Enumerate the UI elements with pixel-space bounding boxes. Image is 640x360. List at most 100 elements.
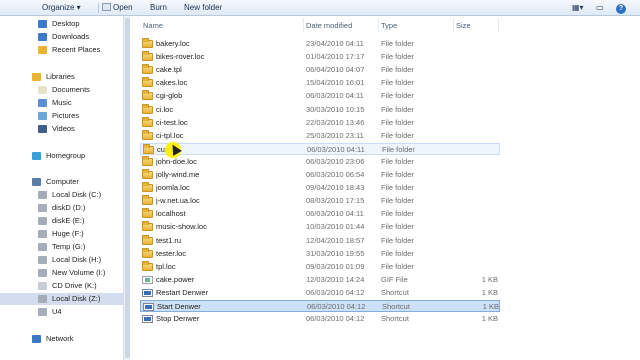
file-row[interactable]: jolly-wind.me 06/03/2010 06:54 File folder — [140, 169, 500, 181]
file-name: jolly-wind.me — [156, 170, 200, 179]
nav-item[interactable]: Documents — [0, 84, 124, 96]
drive-icon — [38, 256, 47, 264]
nav-item-label: Temp (G:) — [52, 242, 86, 251]
file-date-modified: 06/04/2010 04:07 — [306, 65, 365, 75]
nav-item[interactable]: Libraries — [0, 71, 124, 83]
file-type: File folder — [381, 104, 414, 114]
burn-button[interactable]: Burn — [150, 2, 167, 14]
column-divider[interactable] — [498, 18, 499, 32]
nav-item[interactable]: CD Drive (K:) — [0, 280, 124, 292]
column-divider[interactable] — [303, 18, 304, 32]
nav-item-label: Libraries — [46, 72, 75, 81]
file-size — [456, 51, 498, 63]
nav-item-label: Pictures — [52, 111, 80, 120]
column-divider[interactable] — [378, 18, 379, 32]
nav-item[interactable]: Local Disk (H:) — [0, 254, 124, 266]
file-row[interactable]: tester.loc 31/03/2010 19:55 File folder — [140, 247, 500, 260]
file-row[interactable]: Restart Denwer 06/03/2010 04:12 Shortcut 1 … — [140, 287, 500, 299]
file-row[interactable]: ci.loc 30/03/2010 10:15 File folder — [140, 103, 500, 116]
nav-item[interactable]: Local Disk (Z:) — [0, 293, 124, 305]
file-row[interactable]: joomla.loc 09/04/2010 18:43 File folder — [140, 182, 500, 194]
nav-item[interactable]: Recent Places — [0, 44, 124, 56]
preview-pane-icon[interactable]: ▭ — [596, 3, 604, 13]
file-row[interactable]: cakes.loc 15/04/2010 16:01 File folder — [140, 77, 500, 89]
nav-item[interactable]: Desktop — [0, 18, 124, 30]
nav-item[interactable]: U4 — [0, 306, 124, 318]
folder-icon — [142, 77, 153, 88]
drive-icon — [38, 204, 47, 212]
file-date-modified: 06/03/2010 04:11 — [307, 144, 365, 154]
desktop-icon — [38, 20, 47, 28]
file-row[interactable]: john-doe.loc 06/03/2010 23:06 File folder — [140, 155, 500, 168]
file-date-modified: 10/03/2010 01:44 — [306, 222, 365, 232]
scrollbar-thumb[interactable] — [125, 18, 130, 358]
file-type: Shortcut — [381, 314, 409, 324]
folder-icon — [142, 38, 153, 48]
music-icon — [38, 99, 47, 107]
new-folder-button[interactable]: New folder — [184, 2, 222, 14]
nav-item[interactable]: Temp (G:) — [0, 241, 124, 253]
folder-icon — [142, 208, 153, 219]
shortcut-icon — [143, 303, 154, 311]
file-name: cgi-glob — [156, 91, 183, 101]
nav-item[interactable]: Computer — [0, 176, 124, 188]
file-row[interactable]: j-w.net.ua.loc 08/03/2010 17:15 File folde… — [140, 195, 500, 207]
file-row[interactable]: test1.ru 12/04/2010 18:57 File folder — [140, 234, 500, 247]
file-row[interactable]: ci-tpl.loc 25/03/2010 23:11 File folder — [140, 129, 500, 142]
file-date-modified: 06/03/2010 04:12 — [306, 314, 365, 324]
nav-item[interactable]: Music — [0, 97, 124, 109]
file-row[interactable]: music-show.loc 10/03/2010 01:44 File folde… — [140, 221, 500, 233]
file-row[interactable]: tpl.loc 09/03/2010 01:09 File folder — [140, 260, 500, 273]
help-icon[interactable]: ? — [616, 3, 626, 14]
nav-item[interactable]: Network — [0, 333, 124, 345]
drive-icon — [38, 217, 47, 225]
file-type: Shortcut — [381, 287, 409, 297]
nav-item[interactable]: Videos — [0, 123, 124, 135]
file-row[interactable]: localhost 06/03/2010 04:11 File folder — [140, 208, 500, 220]
nav-item[interactable]: Local Disk (C:) — [0, 189, 124, 201]
file-name: music-show.loc — [156, 222, 207, 232]
navigation-scrollbar[interactable] — [123, 16, 130, 360]
file-name: ci-test.loc — [156, 117, 188, 127]
file-row[interactable]: ci-test.loc 22/03/2010 13:46 File folder — [140, 116, 500, 129]
column-header-name[interactable]: Name — [143, 20, 163, 32]
file-date-modified: 30/03/2010 10:15 — [306, 104, 365, 114]
shortcut-icon — [142, 288, 153, 297]
file-date-modified: 06/03/2010 04:12 — [307, 302, 366, 311]
column-header-type[interactable]: Type — [381, 20, 397, 32]
file-row[interactable]: bakery.loc 23/04/2010 04:11 File folder — [140, 38, 500, 50]
toolbar-separator — [98, 3, 99, 13]
column-header-date[interactable]: Date modified — [306, 20, 352, 32]
nav-item-label: Homegroup — [46, 151, 86, 160]
folder-icon — [142, 90, 153, 101]
file-list: bakery.loc 23/04/2010 04:11 File folder bik… — [140, 38, 640, 360]
file-row[interactable]: cake.tpl 06/04/2010 04:07 File folder — [140, 64, 500, 76]
nav-item[interactable]: Pictures — [0, 110, 124, 122]
open-button[interactable]: Open — [102, 2, 133, 14]
organize-button[interactable]: Organize ▾ — [42, 2, 81, 14]
file-row[interactable]: custom06/03/2010 04:11File folder — [140, 142, 500, 155]
nav-item[interactable]: Huge (F:) — [0, 228, 124, 240]
file-row[interactable]: Stop Denwer 06/03/2010 04:12 Shortcut 1 KB — [140, 313, 500, 325]
file-row[interactable]: bikes-rover.loc 01/04/2010 17:17 File fold… — [140, 51, 500, 63]
file-date-modified: 25/03/2010 23:11 — [306, 130, 364, 140]
change-view-icon[interactable]: ▦▾ — [572, 3, 584, 13]
column-header-size[interactable]: Size — [456, 20, 471, 32]
file-name: tester.loc — [156, 248, 187, 258]
drive-icon — [38, 191, 47, 199]
folder-icon — [142, 103, 153, 114]
nav-item[interactable]: New Volume (I:) — [0, 267, 124, 279]
file-row[interactable]: cake.power 12/03/2010 14:24 GIF File 1 KB — [140, 274, 500, 286]
nav-item[interactable]: Homegroup — [0, 150, 124, 162]
nav-item[interactable]: diskD (D:) — [0, 202, 124, 214]
file-row[interactable]: Start Denwer 06/03/2010 04:12 Shortcut 1 KB — [140, 300, 500, 312]
nav-item-label: Computer — [46, 177, 79, 186]
file-size — [456, 156, 498, 168]
file-row[interactable]: cgi-glob 06/03/2010 04:11 File folder — [140, 90, 500, 102]
file-type: File folder — [381, 261, 414, 271]
file-size — [456, 261, 498, 273]
column-divider[interactable] — [453, 18, 454, 32]
nav-item[interactable]: diskE (E:) — [0, 215, 124, 227]
file-type: File folder — [381, 65, 414, 75]
nav-item[interactable]: Downloads — [0, 31, 124, 43]
